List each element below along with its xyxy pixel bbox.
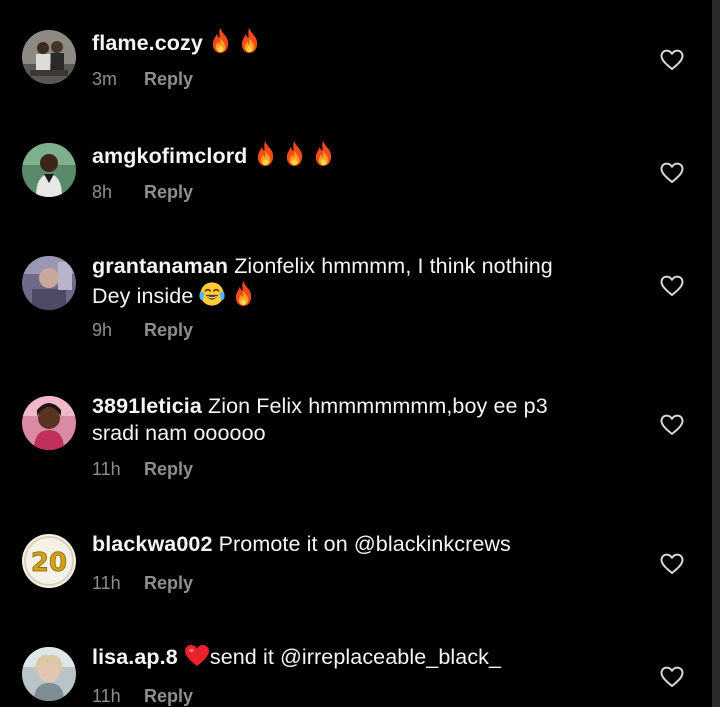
heart-outline-icon: [660, 49, 684, 71]
comment-item: 20 blackwa002 Promote it on @blackinkcre…: [0, 506, 712, 619]
username[interactable]: 3891leticia: [92, 394, 202, 418]
comment-meta: 11h Reply: [92, 459, 193, 480]
red-heart-emoji-icon: [184, 644, 210, 675]
reply-button[interactable]: Reply: [144, 686, 193, 706]
comment-time: 11h: [92, 573, 121, 593]
comment-text: flame.cozy: [92, 27, 632, 61]
comment-text: blackwa002 Promote it on @blackinkcrews: [92, 531, 632, 558]
avatar[interactable]: [22, 143, 76, 197]
reply-button[interactable]: Reply: [144, 459, 193, 479]
comment-body-line-1: Zion Felix hmmmmmmm,boy ee p3: [207, 394, 548, 418]
reply-button[interactable]: Reply: [144, 182, 193, 202]
comment-time: 11h: [92, 686, 121, 706]
heart-outline-icon: [660, 553, 684, 575]
comment-time: 9h: [92, 320, 113, 340]
username[interactable]: flame.cozy: [92, 31, 203, 55]
comment-item: grantanaman Zionfelix hmmmm, I think not…: [0, 226, 712, 366]
avatar[interactable]: 20: [22, 534, 76, 588]
heart-outline-icon: [660, 162, 684, 184]
fire-emoji-icon: [254, 140, 277, 174]
username[interactable]: blackwa002: [92, 532, 213, 556]
avatar[interactable]: [22, 30, 76, 84]
comment-meta: 3m Reply: [92, 69, 193, 90]
user-avatar-photo-icon: [22, 396, 76, 450]
scrollbar[interactable]: [712, 0, 720, 707]
comment-meta: 11h Reply: [92, 686, 193, 707]
like-button[interactable]: [660, 275, 684, 297]
comment-item: flame.cozy 3m Reply: [0, 0, 712, 113]
reply-button[interactable]: Reply: [144, 320, 193, 340]
comment-text: lisa.ap.8 send it @irreplaceable_black_: [92, 644, 632, 675]
avatar[interactable]: [22, 256, 76, 310]
comment-time: 11h: [92, 459, 121, 479]
user-avatar-20-logo-icon: 20: [22, 534, 76, 588]
like-button[interactable]: [660, 414, 684, 436]
like-button[interactable]: [660, 162, 684, 184]
fire-emoji-icon: [238, 27, 261, 61]
like-button[interactable]: [660, 666, 684, 688]
tears-of-joy-emoji-icon: [199, 281, 225, 314]
svg-text:20: 20: [31, 548, 67, 578]
comment-text: grantanaman Zionfelix hmmmm, I think not…: [92, 253, 632, 314]
like-button[interactable]: [660, 553, 684, 575]
comment-item: lisa.ap.8 send it @irreplaceable_black_ …: [0, 619, 712, 707]
user-avatar-photo-icon: [22, 647, 76, 701]
avatar[interactable]: [22, 396, 76, 450]
comment-item: 3891leticia Zion Felix hmmmmmmm,boy ee p…: [0, 366, 712, 506]
comment-text: 3891leticia Zion Felix hmmmmmmm,boy ee p…: [92, 393, 632, 447]
comment-time: 3m: [92, 69, 118, 89]
username[interactable]: grantanaman: [92, 254, 228, 278]
username[interactable]: amgkofimclord: [92, 144, 247, 168]
comment-meta: 11h Reply: [92, 573, 193, 594]
heart-outline-icon: [660, 414, 684, 436]
comment-body-line-2: Dey inside: [92, 284, 194, 308]
fire-emoji-icon: [312, 140, 335, 174]
user-avatar-photo-icon: [22, 30, 76, 84]
username[interactable]: lisa.ap.8: [92, 645, 178, 669]
fire-emoji-icon: [283, 140, 306, 174]
comment-meta: 8h Reply: [92, 182, 193, 203]
comment-text: amgkofimclord: [92, 140, 632, 174]
avatar[interactable]: [22, 647, 76, 701]
comment-body-line-1: Zionfelix hmmmm, I think nothing: [234, 254, 553, 278]
fire-emoji-icon: [209, 27, 232, 61]
comment-meta: 9h Reply: [92, 320, 193, 341]
comment-time: 8h: [92, 182, 113, 202]
comment-item: amgkofimclord 8h Reply: [0, 113, 712, 226]
heart-outline-icon: [660, 275, 684, 297]
user-avatar-photo-icon: [22, 256, 76, 310]
comment-body-line-1: send it @irreplaceable_black_: [209, 645, 502, 669]
reply-button[interactable]: Reply: [144, 573, 193, 593]
like-button[interactable]: [660, 49, 684, 71]
comment-body-line-2: sradi nam oooooo: [92, 421, 266, 445]
fire-emoji-icon: [232, 280, 255, 314]
heart-outline-icon: [660, 666, 684, 688]
user-avatar-photo-icon: [22, 143, 76, 197]
reply-button[interactable]: Reply: [144, 69, 193, 89]
comment-body-line-1: Promote it on @blackinkcrews: [218, 532, 511, 556]
